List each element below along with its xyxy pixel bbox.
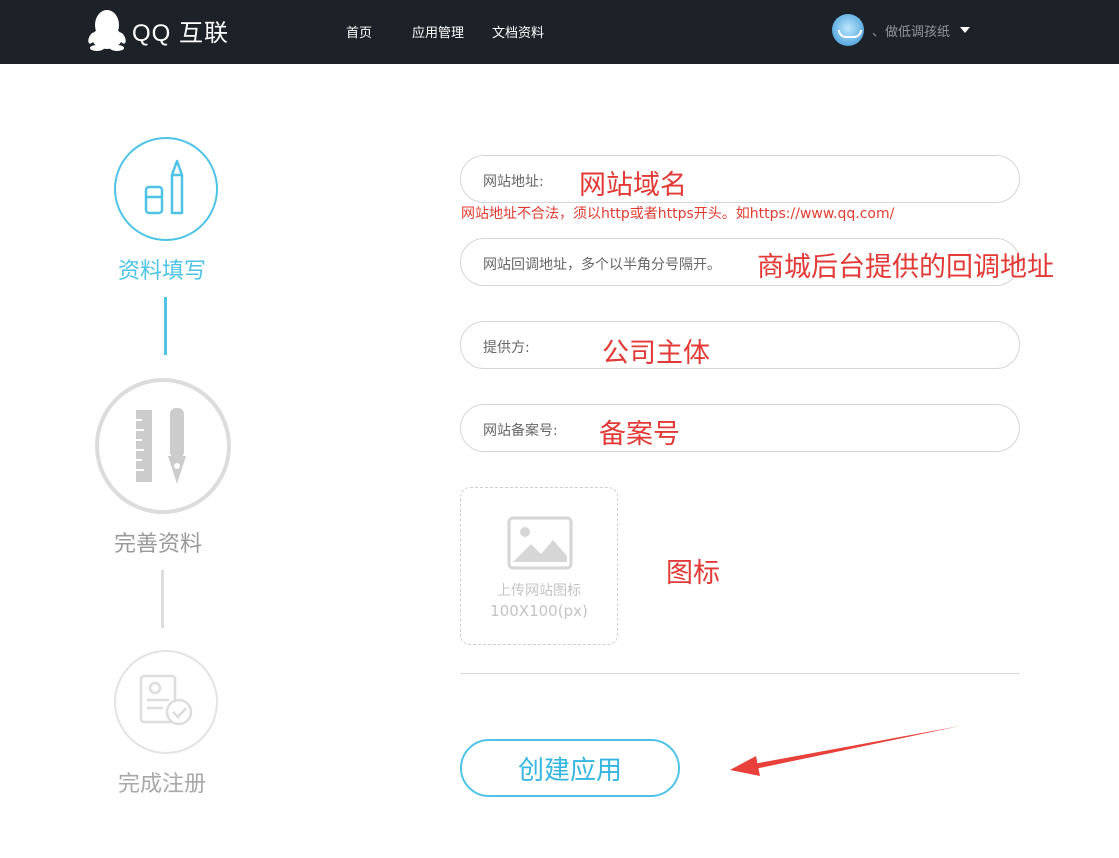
form-divider xyxy=(460,673,1020,674)
icon-annotation: 图标 xyxy=(666,558,720,589)
avatar xyxy=(832,14,864,46)
user-menu[interactable]: 、做低调孩纸 xyxy=(832,14,971,46)
provider-field[interactable]: 提供方: 公司主体 xyxy=(460,321,1020,369)
caret-down-icon xyxy=(960,27,971,33)
logo-text: QQ 互联 xyxy=(132,19,230,47)
document-check-icon xyxy=(139,674,193,726)
provider-value: 公司主体 xyxy=(602,338,710,369)
step-2-circle xyxy=(95,378,231,514)
icp-field[interactable]: 网站备案号: 备案号 xyxy=(460,404,1020,452)
qq-penguin-icon xyxy=(88,10,126,51)
callback-url-placeholder: 网站回调地址，多个以半角分号隔开。 xyxy=(483,257,721,273)
annotation-arrow-icon xyxy=(730,726,960,776)
step-2-label: 完善资料 xyxy=(114,532,203,557)
website-url-error: 网站地址不合法，须以http或者https开头。如https://www.qq.… xyxy=(461,206,895,222)
create-app-button[interactable]: 创建应用 xyxy=(460,739,680,797)
nav-documents[interactable]: 文档资料 xyxy=(492,22,544,41)
qq-connect-logo[interactable]: QQ 互联 xyxy=(88,8,229,52)
upload-hint: 上传网站图标 xyxy=(497,583,581,599)
website-url-field[interactable]: 网站地址: 网站域名 xyxy=(460,155,1020,203)
step-1-label: 资料填写 xyxy=(118,259,207,284)
nav-app-management[interactable]: 应用管理 xyxy=(412,22,464,41)
step-3-label: 完成注册 xyxy=(118,772,207,797)
step-3-circle xyxy=(114,650,218,754)
step-connector-2 xyxy=(161,570,164,628)
nav-home[interactable]: 首页 xyxy=(346,22,372,41)
website-url-label: 网站地址: xyxy=(483,174,544,190)
icon-upload[interactable]: 上传网站图标 100X100(px) xyxy=(460,487,618,645)
callback-url-value: 商城后台提供的回调地址 xyxy=(757,252,1054,283)
ruler-pen-icon xyxy=(136,408,186,484)
user-name: 、做低调孩纸 xyxy=(872,24,951,40)
website-url-value: 网站域名 xyxy=(579,170,687,201)
upload-size-hint: 100X100(px) xyxy=(490,602,588,620)
icp-value: 备案号 xyxy=(599,419,680,450)
icp-label: 网站备案号: xyxy=(483,423,558,439)
step-connector-1 xyxy=(164,297,167,355)
image-icon xyxy=(507,516,573,570)
provider-label: 提供方: xyxy=(483,340,530,356)
top-header: QQ 互联 首页 应用管理 文档资料 、做低调孩纸 xyxy=(0,0,1119,64)
pencil-ruler-icon xyxy=(144,159,184,215)
step-1-circle xyxy=(114,137,218,241)
